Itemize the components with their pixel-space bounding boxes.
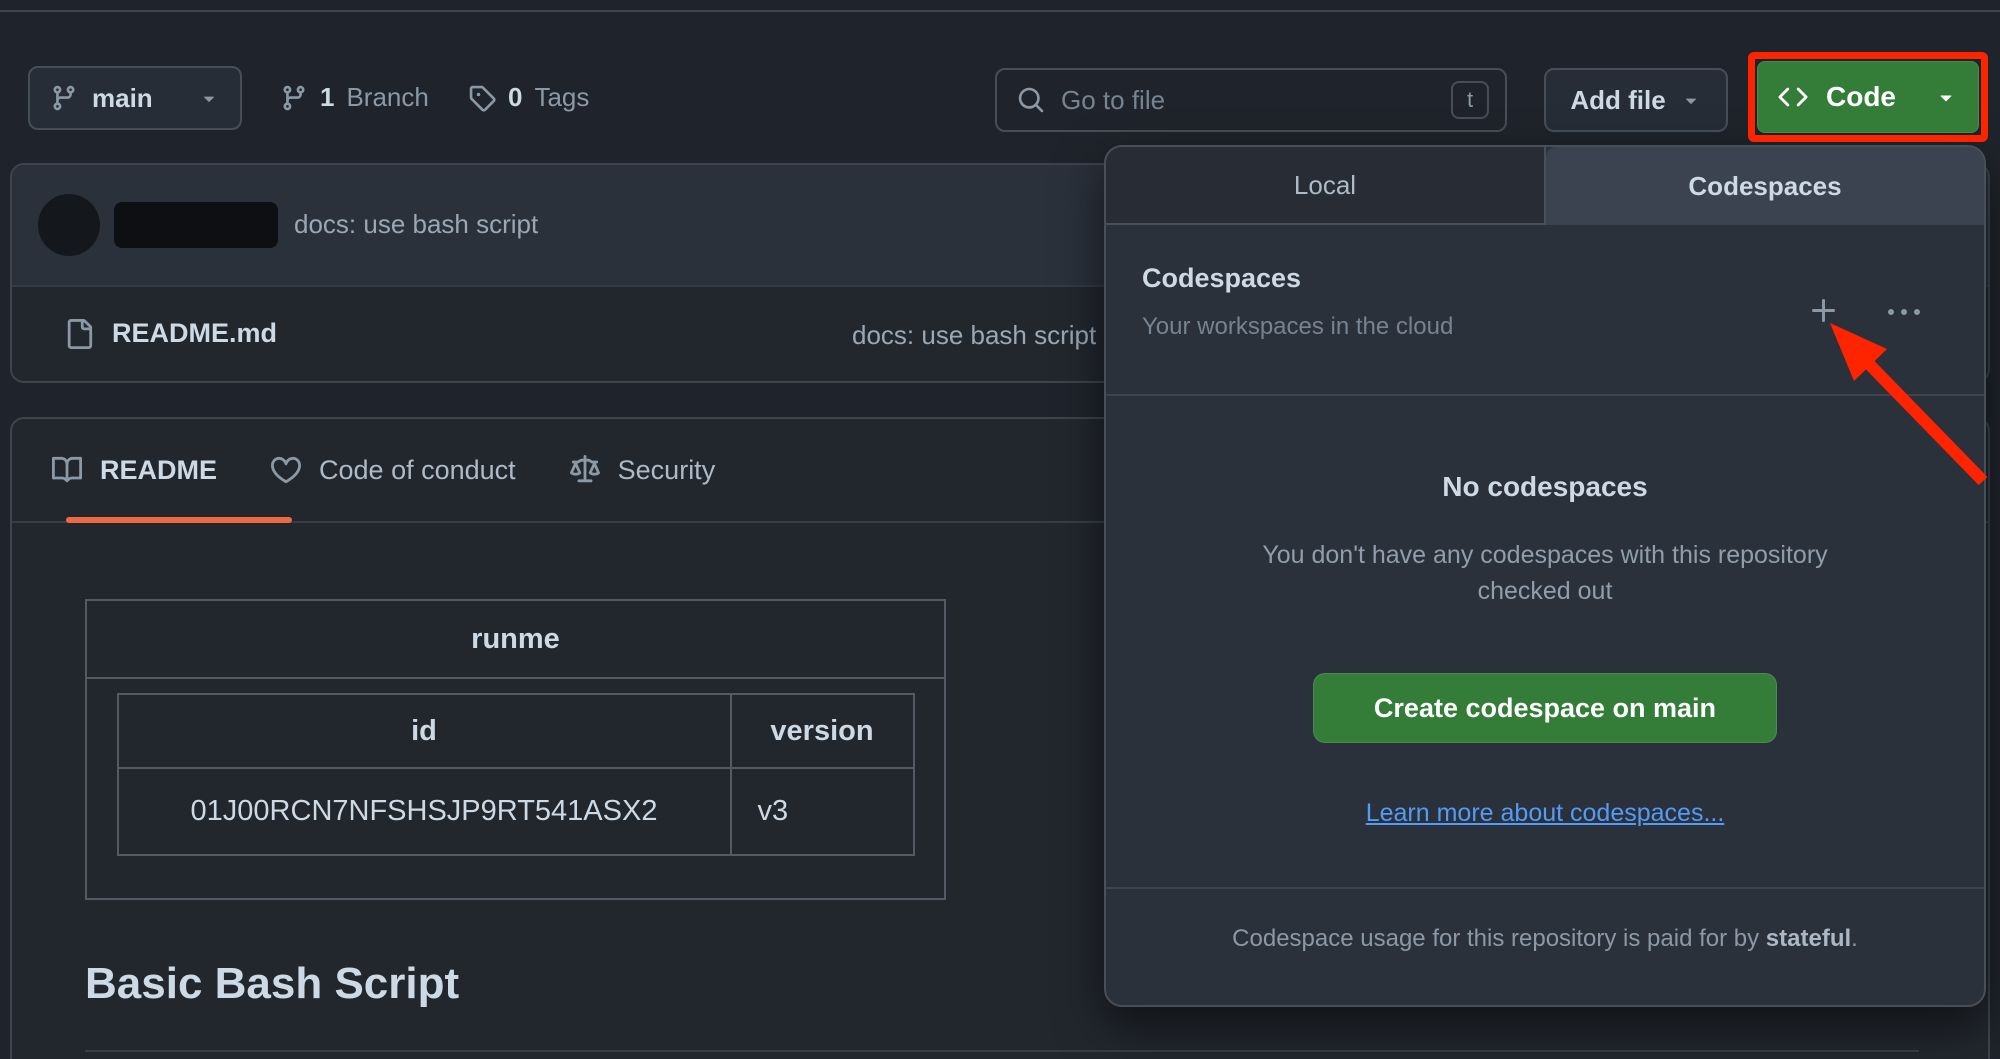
code-dropdown-popover: Local Codespaces Codespaces Your workspa…	[1104, 145, 1986, 1007]
top-divider	[0, 10, 2000, 12]
empty-state-title: No codespaces	[1106, 471, 1984, 503]
tab-local[interactable]: Local	[1106, 147, 1546, 225]
tag-count-label: Tags	[534, 82, 589, 113]
learn-more-link[interactable]: Learn more about codespaces...	[1366, 799, 1725, 827]
readme-heading-rule	[85, 1050, 1919, 1052]
cell-id-value: 01J00RCN7NFSHSJP9RT541ASX2	[119, 769, 732, 854]
chevron-down-icon	[198, 87, 220, 109]
footer-prefix: Codespace usage for this repository is p…	[1232, 925, 1766, 952]
tag-count: 0	[508, 82, 522, 113]
column-header-version: version	[732, 695, 913, 767]
learn-more-link-wrap: Learn more about codespaces...	[1106, 799, 1984, 828]
code-button-label: Code	[1826, 81, 1896, 113]
kebab-menu-icon[interactable]	[1888, 297, 1920, 329]
git-branch-icon	[50, 84, 78, 112]
branch-count-label: Branch	[346, 82, 428, 113]
active-tab-underline	[66, 517, 292, 523]
branch-name: main	[92, 83, 153, 114]
tab-code-of-conduct[interactable]: Code of conduct	[271, 419, 516, 521]
branches-stat[interactable]: 1 Branch	[280, 82, 429, 113]
annotation-highlight-rectangle: Code	[1748, 52, 1988, 142]
readme-heading: Basic Bash Script	[85, 959, 459, 1009]
code-of-conduct-icon	[271, 455, 301, 485]
file-name-link[interactable]: README.md	[112, 318, 277, 349]
cell-version-value: v3	[732, 769, 913, 854]
book-icon	[52, 455, 82, 485]
shortcut-key-hint: t	[1451, 81, 1489, 119]
redacted-author-name	[114, 202, 278, 248]
commit-message-link[interactable]: docs: use bash script	[294, 209, 538, 240]
code-icon	[1778, 82, 1808, 112]
repo-page: main 1 Branch 0 Tags t Add file	[0, 0, 2000, 1059]
author-avatar[interactable]	[38, 194, 100, 256]
empty-state-description: You don't have any codespaces with this …	[1240, 537, 1850, 610]
codespaces-section-title: Codespaces	[1142, 263, 1301, 294]
table-inner: id version 01J00RCN7NFSHSJP9RT541ASX2 v3	[117, 693, 915, 856]
readme-table: runme id version 01J00RCN7NFSHSJP9RT541A…	[85, 599, 946, 900]
go-to-file-search[interactable]: t	[995, 68, 1507, 132]
git-branch-icon	[280, 84, 308, 112]
code-button[interactable]: Code	[1757, 61, 1979, 133]
footer-owner: stateful	[1766, 925, 1851, 952]
popover-footer-text: Codespace usage for this repository is p…	[1106, 925, 1984, 953]
file-commit-message-link[interactable]: docs: use bash script	[852, 320, 1096, 351]
table-title-cell: runme	[87, 601, 944, 679]
footer-suffix: .	[1851, 925, 1858, 952]
law-icon	[570, 455, 600, 485]
branch-selector-button[interactable]: main	[28, 66, 242, 130]
popover-tabs: Local Codespaces	[1106, 147, 1984, 225]
popover-divider	[1106, 394, 1984, 396]
table-row: 01J00RCN7NFSHSJP9RT541ASX2 v3	[119, 767, 913, 854]
chevron-down-icon	[1934, 85, 1958, 109]
add-file-button[interactable]: Add file	[1544, 68, 1728, 132]
tab-readme[interactable]: README	[52, 419, 217, 521]
column-header-id: id	[119, 695, 732, 767]
go-to-file-input[interactable]	[1061, 85, 1451, 116]
chevron-down-icon	[1680, 89, 1702, 111]
search-icon	[1017, 86, 1045, 114]
tab-security[interactable]: Security	[570, 419, 716, 521]
tab-security-label: Security	[618, 455, 716, 486]
tags-stat[interactable]: 0 Tags	[468, 82, 589, 113]
popover-footer-divider	[1106, 887, 1984, 889]
new-codespace-plus-button[interactable]	[1808, 295, 1840, 327]
tab-readme-label: README	[100, 455, 217, 486]
create-codespace-button[interactable]: Create codespace on main	[1313, 673, 1777, 743]
table-header-row: id version	[119, 695, 913, 767]
add-file-label: Add file	[1570, 85, 1665, 116]
tag-icon	[468, 84, 496, 112]
file-icon	[64, 319, 94, 349]
tab-codespaces[interactable]: Codespaces	[1546, 147, 1984, 225]
tab-code-of-conduct-label: Code of conduct	[319, 455, 516, 486]
codespaces-section-subtitle: Your workspaces in the cloud	[1142, 313, 1453, 341]
branch-count: 1	[320, 82, 334, 113]
